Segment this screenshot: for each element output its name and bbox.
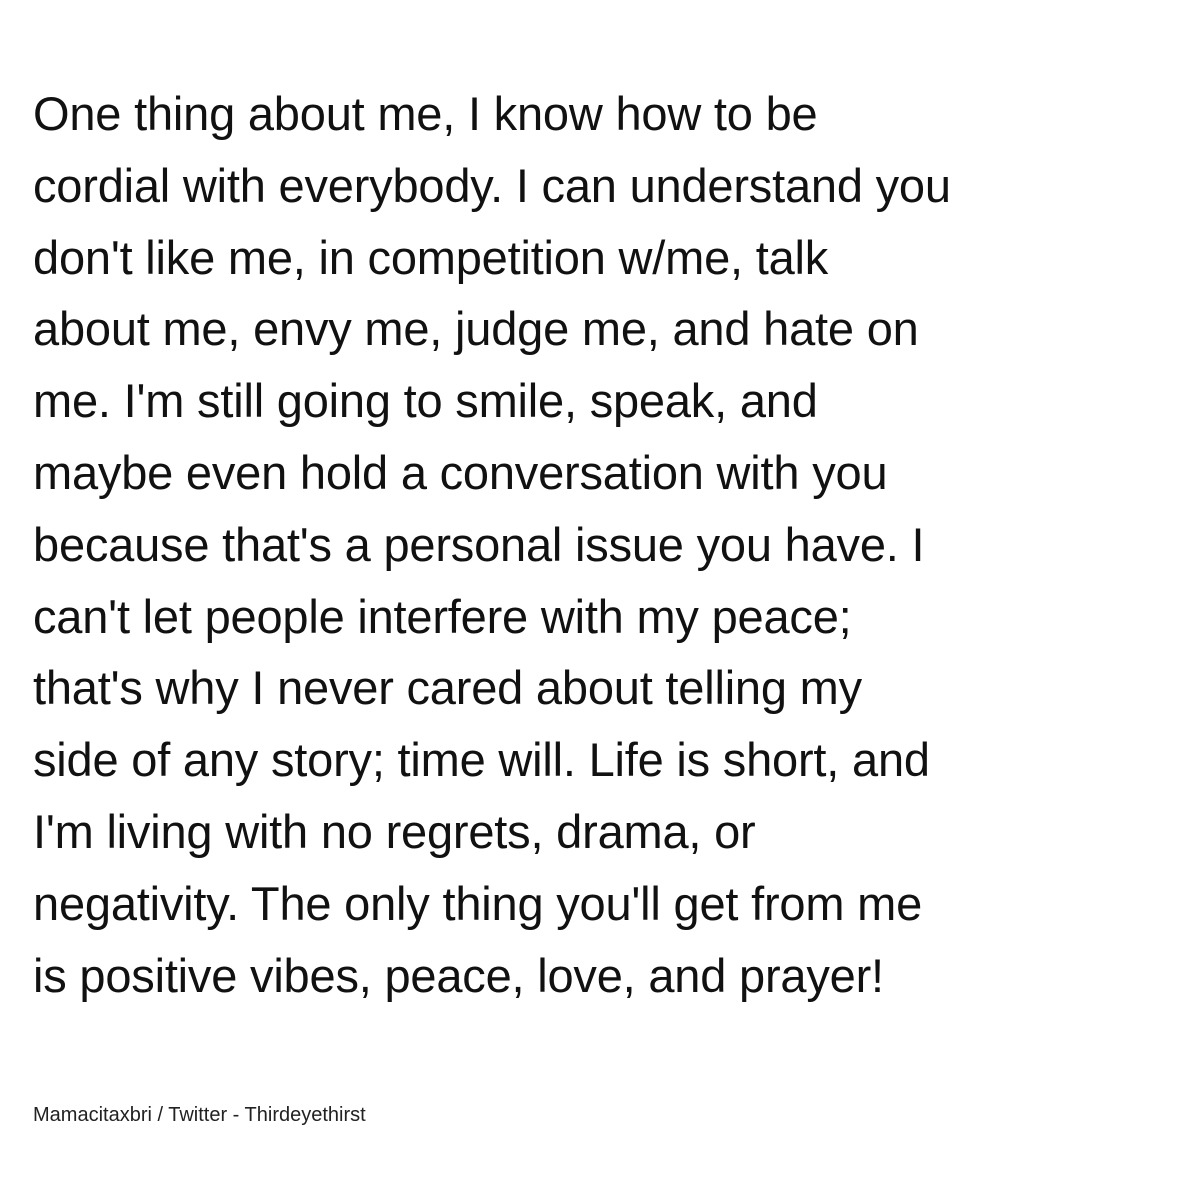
quote-line-12: negativity. The only thing you'll get fr… — [33, 876, 923, 930]
quote-card: One thing about me, I know how to be cor… — [0, 0, 1178, 1178]
quote-text: One thing about me, I know how to be cor… — [33, 78, 1163, 1011]
quote-line-10: side of any story; time will. Life is sh… — [33, 733, 930, 787]
quote-line-4: about me, envy me, judge me, and hate on — [33, 302, 919, 356]
quote-line-3: don't like me, in competition w/me, talk — [33, 230, 829, 284]
quote-line-13: is positive vibes, peace, love, and pray… — [33, 948, 884, 1002]
attribution-credit: Mamacitaxbri / Twitter - Thirdeyethirst — [33, 1104, 366, 1126]
quote-line-1: One thing about me, I know how to be — [33, 87, 818, 140]
quote-line-5: me. I'm still going to smile, speak, and — [33, 374, 818, 428]
quote-line-9: that's why I never cared about telling m… — [33, 661, 862, 715]
quote-line-8: can't let people interfere with my peace… — [33, 589, 852, 643]
quote-line-7: because that's a personal issue you have… — [33, 517, 925, 571]
quote-line-6: maybe even hold a conversation with you — [33, 445, 888, 499]
quote-line-2: cordial with everybody. I can understand… — [33, 158, 951, 212]
quote-line-11: I'm living with no regrets, drama, or — [33, 804, 756, 858]
